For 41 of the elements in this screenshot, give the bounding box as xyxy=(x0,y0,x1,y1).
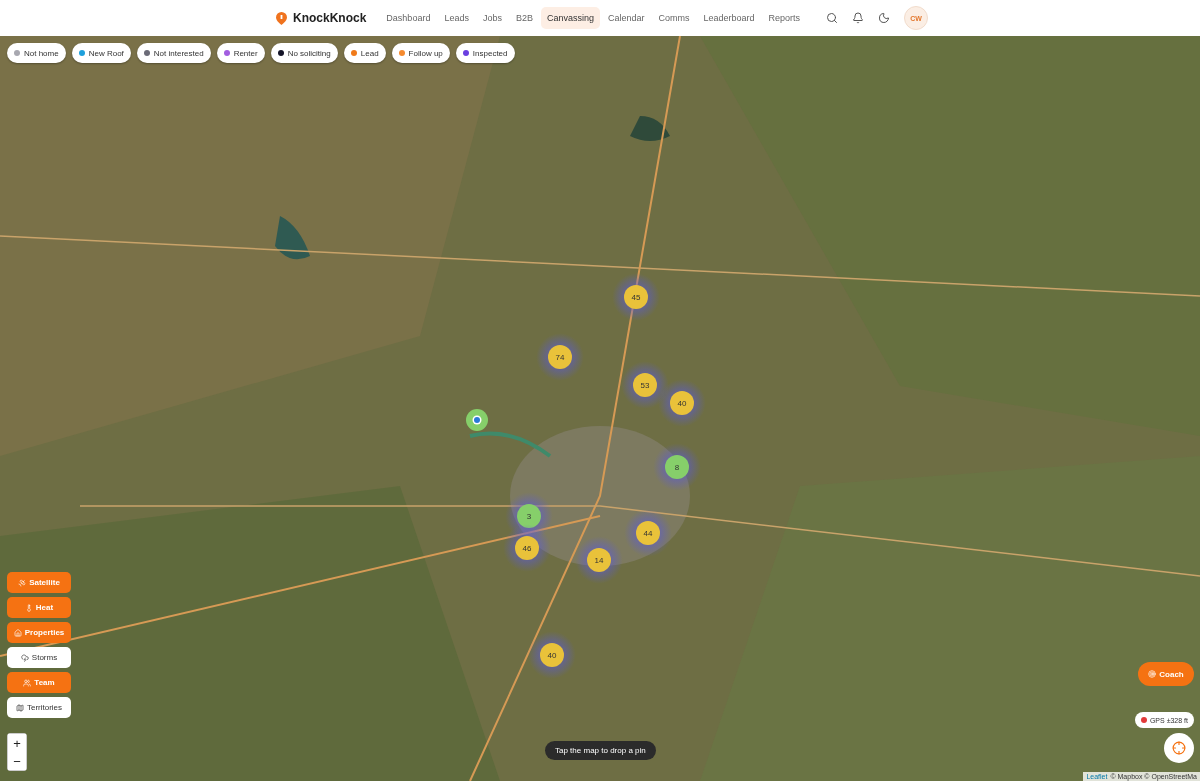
bell-icon[interactable] xyxy=(852,12,864,24)
legend-chip[interactable]: New Roof xyxy=(71,43,131,63)
nav-link[interactable]: Leaderboard xyxy=(697,7,761,29)
layer-toggle[interactable]: Territories xyxy=(7,697,71,718)
legend-chip[interactable]: No soliciting xyxy=(270,43,338,63)
nav-link[interactable]: Jobs xyxy=(476,7,508,29)
thermometer-icon xyxy=(24,603,33,612)
nav-link[interactable]: Dashboard xyxy=(380,7,437,29)
crosshair-icon xyxy=(1172,741,1186,755)
layer-toggle[interactable]: Storms xyxy=(7,647,71,668)
satellite-icon xyxy=(18,578,27,587)
target-icon xyxy=(1148,670,1157,678)
house-icon xyxy=(13,628,22,637)
hint-toast: Tap the map to drop a pin xyxy=(545,741,656,760)
legend-label: Not interested xyxy=(153,48,204,58)
nav-link[interactable]: Calendar xyxy=(602,7,651,29)
legend-chip[interactable]: Inspected xyxy=(455,43,515,63)
nav-link[interactable]: Leads xyxy=(438,7,475,29)
storm-cloud-icon xyxy=(20,653,29,662)
legend-label: Lead xyxy=(360,48,379,58)
legend-label: Not home xyxy=(24,48,59,58)
legend-label: No soliciting xyxy=(287,48,331,58)
legend-chip[interactable]: Lead xyxy=(343,43,386,63)
legend-chip[interactable]: Renter xyxy=(216,43,265,63)
moon-icon[interactable] xyxy=(878,12,890,24)
legend-label: Renter xyxy=(233,48,258,58)
nav-link[interactable]: Reports xyxy=(762,7,807,29)
map-pin-logo-icon xyxy=(276,11,287,25)
nav-link[interactable]: Canvassing xyxy=(540,7,600,29)
legend-chip[interactable]: Not interested xyxy=(136,43,211,63)
legend-chip[interactable]: Not home xyxy=(7,43,66,63)
legend-chip[interactable]: Follow up xyxy=(391,43,450,63)
search-icon[interactable] xyxy=(826,12,838,24)
legend-label: New Roof xyxy=(88,48,124,58)
nav-link[interactable]: Comms xyxy=(652,7,696,29)
legend-label: Inspected xyxy=(472,48,508,58)
location-marker-icon[interactable] xyxy=(465,408,489,432)
legend-label: Follow up xyxy=(408,48,443,58)
nav-link[interactable]: B2B xyxy=(509,7,539,29)
brand-name: KnockKnock xyxy=(293,11,367,25)
people-icon xyxy=(23,678,32,687)
